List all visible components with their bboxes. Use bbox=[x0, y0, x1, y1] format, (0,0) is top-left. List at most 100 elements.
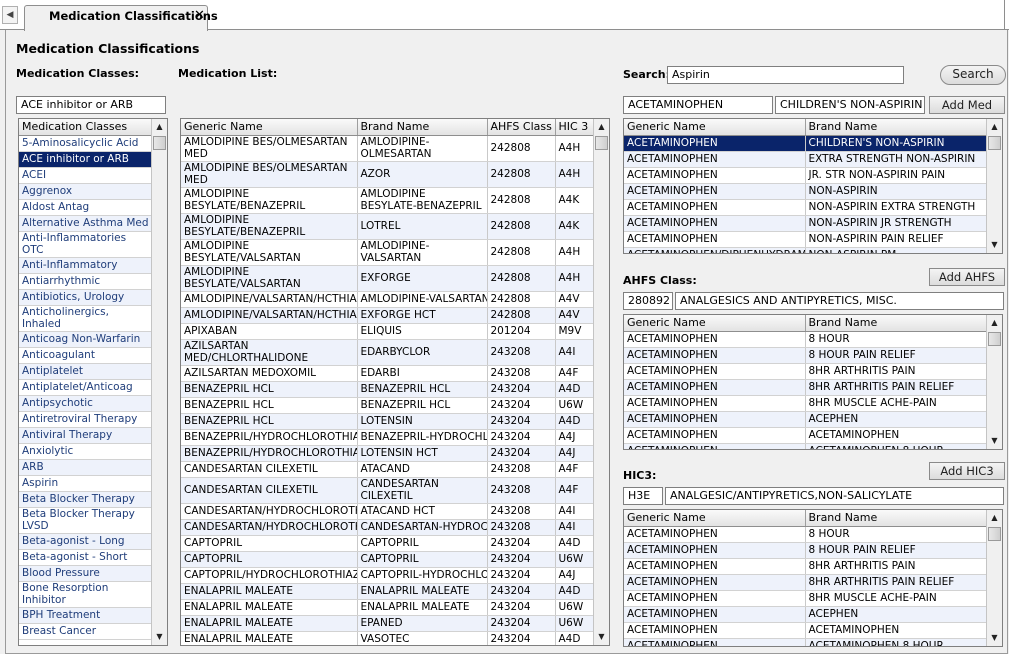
class-list-item[interactable]: BPH Treatment bbox=[19, 607, 152, 624]
ahfs-description-field[interactable]: ANALGESICS AND ANTIPYRETICS, MISC. bbox=[675, 292, 1004, 310]
med-row[interactable]: CANDESARTAN/HYDROCHLOROTHIAZIDECANDESART… bbox=[181, 519, 595, 536]
med-row[interactable]: CANDESARTAN CILEXETIL ATACAND 243208 A4F bbox=[181, 461, 595, 478]
class-list-item[interactable]: Aspirin bbox=[19, 475, 152, 492]
scroll-up-arrow-icon[interactable]: ▲ bbox=[594, 119, 609, 135]
ahfs-row[interactable]: ACETAMINOPHEN 8HR ARTHRITIS PAIN bbox=[624, 363, 987, 380]
column-header[interactable]: Brand Name bbox=[805, 510, 987, 527]
scroll-up-arrow-icon[interactable]: ▲ bbox=[152, 119, 167, 135]
hic3-description-field[interactable]: ANALGESIC/ANTIPYRETICS,NON-SALICYLATE bbox=[665, 487, 1004, 505]
class-list-item[interactable]: ARB bbox=[19, 459, 152, 476]
class-list-item[interactable]: Anti-Inflammatories OTC bbox=[19, 231, 152, 258]
class-list-item[interactable]: Anticholinergics, Inhaled bbox=[19, 305, 152, 332]
ahfs-row[interactable]: ACETAMINOPHENACETAMINOPHEN 8 HOUR bbox=[624, 443, 987, 449]
hic3-row[interactable]: ACETAMINOPHEN ACEPHEN bbox=[624, 606, 987, 623]
ahfs-code-field[interactable]: 280892 bbox=[623, 292, 673, 310]
vertical-scrollbar[interactable]: ▲ ▼ bbox=[986, 315, 1002, 449]
med-row[interactable]: ENALAPRIL MALEATE VASOTEC 243204 A4D bbox=[181, 631, 595, 645]
scrollbar-thumb[interactable] bbox=[988, 136, 1001, 150]
med-row[interactable]: BENAZEPRIL HCL BENAZEPRIL HCL 243204 A4D bbox=[181, 381, 595, 398]
class-list-item[interactable]: ACEI bbox=[19, 167, 152, 184]
med-row[interactable]: ENALAPRIL MALEATE EPANED 243204 U6W bbox=[181, 615, 595, 632]
hic3-row[interactable]: ACETAMINOPHEN 8 HOUR bbox=[624, 526, 987, 543]
class-list-item[interactable]: Antiplatelet bbox=[19, 363, 152, 380]
class-list-item[interactable]: ACE inhibitor or ARB bbox=[19, 151, 152, 168]
vertical-scrollbar[interactable]: ▲ ▼ bbox=[986, 510, 1002, 646]
column-header[interactable]: AHFS Class bbox=[487, 119, 556, 136]
class-list-item[interactable]: Aldost Antag bbox=[19, 199, 152, 216]
med-row[interactable]: CANDESARTAN CILEXETIL CANDESARTAN CILEXET… bbox=[181, 477, 595, 504]
med-row[interactable]: AMLODIPINE BES/OLMESARTAN MED AZOR 242808 A… bbox=[181, 161, 595, 188]
scrollbar-thumb[interactable] bbox=[595, 136, 608, 150]
tab-scroll-left-button[interactable]: ◀ bbox=[2, 6, 18, 24]
hic3-row[interactable]: ACETAMINOPHEN ACETAMINOPHEN 8 HOUR bbox=[624, 638, 987, 646]
vertical-scrollbar[interactable]: ▲ ▼ bbox=[593, 119, 609, 645]
ahfs-row[interactable]: ACETAMINOPHEN 8 HOUR PAIN RELIEF bbox=[624, 347, 987, 364]
class-list-item[interactable]: Antipsychotic bbox=[19, 395, 152, 412]
search-results-grid[interactable]: Generic Name Brand Name ACETAMINOPHEN CHILD… bbox=[623, 118, 1003, 254]
med-row[interactable]: AMLODIPINE BESYLATE/VALSARTAN EXFORGE 2428… bbox=[181, 265, 595, 292]
med-row[interactable]: BENAZEPRIL HCL LOTENSIN 243204 A4D bbox=[181, 413, 595, 430]
column-header[interactable]: Medication Classes bbox=[19, 119, 152, 136]
class-list-item[interactable]: Blood Pressure bbox=[19, 565, 152, 582]
class-list-item[interactable]: Beta-agonist - Short bbox=[19, 549, 152, 566]
class-list-item[interactable]: Antibiotics, Urology bbox=[19, 289, 152, 306]
scrollbar-thumb[interactable] bbox=[988, 527, 1001, 541]
class-list-item[interactable]: Anti-Inflammatory bbox=[19, 257, 152, 274]
med-row[interactable]: AMLODIPINE BES/OLMESARTAN MED AMLODIPINE-… bbox=[181, 135, 595, 162]
ahfs-row[interactable]: ACETAMINOPHEN ACEPHEN bbox=[624, 411, 987, 428]
search-input[interactable]: Aspirin bbox=[667, 66, 904, 84]
med-row[interactable]: AMLODIPINE BESYLATE/BENAZEPRIL AMLODIPINE… bbox=[181, 187, 595, 214]
hic3-row[interactable]: ACETAMINOPHEN 8HR MUSCLE ACHE-PAIN bbox=[624, 590, 987, 607]
result-row[interactable]: ACETAMINOPHEN NON-ASPIRIN PAIN RELIEF bbox=[624, 231, 987, 248]
column-header[interactable]: Brand Name bbox=[357, 119, 488, 136]
ahfs-row[interactable]: ACETAMINOPHEN 8HR ARTHRITIS PAIN RELIEF bbox=[624, 379, 987, 396]
scroll-down-arrow-icon[interactable]: ▼ bbox=[987, 433, 1002, 449]
column-header[interactable]: Generic Name bbox=[624, 315, 806, 332]
medication-classes-list[interactable]: Medication Classes 5-Aminosalicyclic Acid… bbox=[18, 118, 168, 646]
class-list-item[interactable]: Anticoagulant bbox=[19, 347, 152, 364]
add-hic3-button[interactable]: Add HIC3 bbox=[929, 462, 1005, 480]
class-list-item[interactable]: Aggrenox bbox=[19, 183, 152, 200]
result-row[interactable]: ACETAMINOPHEN NON-ASPIRIN bbox=[624, 183, 987, 200]
medication-list-grid[interactable]: Generic Name Brand Name AHFS Class HIC 3 AML… bbox=[180, 118, 610, 646]
column-header[interactable]: HIC 3 bbox=[555, 119, 595, 136]
class-list-item[interactable]: Antiplatelet/Anticoag bbox=[19, 379, 152, 396]
ahfs-row[interactable]: ACETAMINOPHEN 8HR MUSCLE ACHE-PAIN bbox=[624, 395, 987, 412]
ahfs-results-grid[interactable]: Generic Name Brand Name ACETAMINOPHEN 8 HOU… bbox=[623, 314, 1003, 450]
scroll-down-arrow-icon[interactable]: ▼ bbox=[594, 629, 609, 645]
result-row[interactable]: ACETAMINOPHEN EXTRA STRENGTH NON-ASPIRIN bbox=[624, 151, 987, 168]
med-row[interactable]: AMLODIPINE BESYLATE/BENAZEPRIL LOTREL 2428… bbox=[181, 213, 595, 240]
vertical-scrollbar[interactable]: ▲ ▼ bbox=[986, 119, 1002, 253]
scroll-down-arrow-icon[interactable]: ▼ bbox=[987, 630, 1002, 646]
close-icon[interactable]: ✕ bbox=[194, 8, 205, 24]
column-header[interactable]: Generic Name bbox=[624, 119, 806, 136]
hic3-code-field[interactable]: H3E bbox=[623, 487, 663, 505]
column-header[interactable]: Brand Name bbox=[805, 119, 987, 136]
med-row[interactable]: AZILSARTAN MEDOXOMIL EDARBI 243208 A4F bbox=[181, 365, 595, 382]
add-med-button[interactable]: Add Med bbox=[929, 96, 1005, 114]
med-row[interactable]: APIXABAN ELIQUIS 201204 M9V bbox=[181, 323, 595, 340]
ahfs-row[interactable]: ACETAMINOPHEN 8 HOUR bbox=[624, 331, 987, 348]
column-header[interactable]: Brand Name bbox=[805, 315, 987, 332]
class-list-item[interactable]: Beta-agonist - Long bbox=[19, 533, 152, 550]
scroll-down-arrow-icon[interactable]: ▼ bbox=[987, 237, 1002, 253]
add-ahfs-button[interactable]: Add AHFS bbox=[929, 268, 1005, 286]
selected-generic-field[interactable]: ACETAMINOPHEN bbox=[623, 96, 773, 114]
class-list-item[interactable]: Beta Blocker Therapy LVSD bbox=[19, 507, 152, 534]
med-row[interactable]: BENAZEPRIL HCL BENAZEPRIL HCL 243204 U6W bbox=[181, 397, 595, 414]
scroll-up-arrow-icon[interactable]: ▲ bbox=[987, 510, 1002, 526]
selected-brand-field[interactable]: CHILDREN'S NON-ASPIRIN bbox=[775, 96, 925, 114]
column-header[interactable]: Generic Name bbox=[181, 119, 358, 136]
med-row[interactable]: CANDESARTAN/HYDROCHLOROTHIAZIDEATACAND H… bbox=[181, 503, 595, 520]
class-list-item[interactable]: Breast Cancer bbox=[19, 623, 152, 640]
hic3-results-grid[interactable]: Generic Name Brand Name ACETAMINOPHEN 8 HOU… bbox=[623, 509, 1003, 647]
result-row[interactable]: ACETAMINOPHEN NON-ASPIRIN EXTRA STRENGTH bbox=[624, 199, 987, 216]
tab-medication-classifications[interactable]: Medication Classifications ✕ bbox=[24, 5, 218, 31]
med-row[interactable]: AZILSARTAN MED/CHLORTHALIDONE EDARBYCLOR 2… bbox=[181, 339, 595, 366]
class-list-item[interactable]: Antiviral Therapy bbox=[19, 427, 152, 444]
hic3-row[interactable]: ACETAMINOPHEN 8HR ARTHRITIS PAIN RELIEF bbox=[624, 574, 987, 591]
med-row[interactable]: CAPTOPRIL CAPTOPRIL 243204 U6W bbox=[181, 551, 595, 568]
class-filter-field[interactable]: ACE inhibitor or ARB bbox=[16, 96, 166, 114]
result-row[interactable]: ACETAMINOPHEN CHILDREN'S NON-ASPIRIN bbox=[624, 135, 987, 152]
med-row[interactable]: CAPTOPRIL CAPTOPRIL 243204 A4D bbox=[181, 535, 595, 552]
